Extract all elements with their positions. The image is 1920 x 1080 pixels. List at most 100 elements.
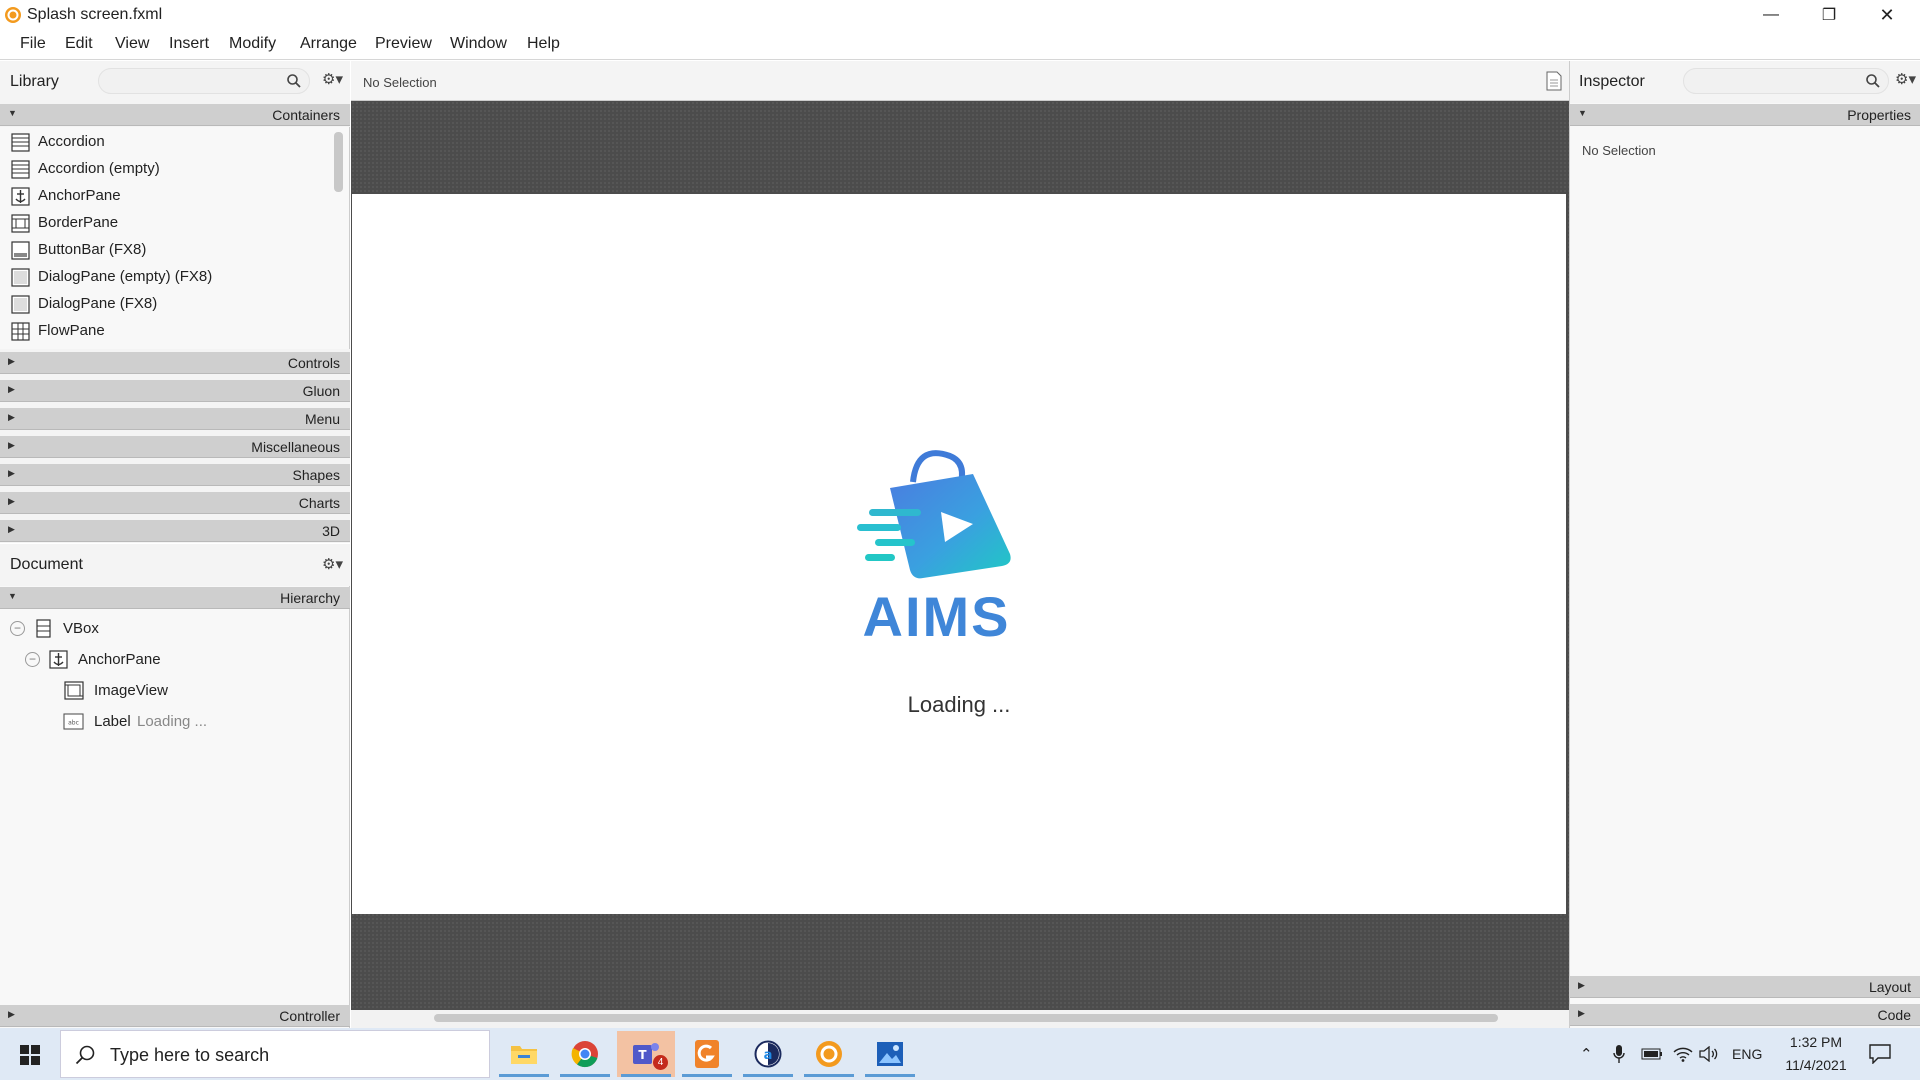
selection-status: No Selection xyxy=(363,75,437,90)
tree-label-imageview: ImageView xyxy=(94,682,168,699)
scene-builder-window: Splash screen.fxml — ❐ ✕ File Edit View … xyxy=(0,0,1920,1080)
foxit-reader-icon[interactable] xyxy=(678,1031,736,1077)
window-title: Splash screen.fxml xyxy=(27,6,163,23)
close-button[interactable]: ✕ xyxy=(1858,0,1916,30)
microphone-icon[interactable] xyxy=(1613,1044,1625,1064)
inspector-title: Inspector xyxy=(1579,73,1645,90)
library-search-input[interactable] xyxy=(98,68,310,94)
file-explorer-icon[interactable] xyxy=(495,1031,553,1077)
anchorpane-icon xyxy=(11,187,30,206)
maximize-button[interactable]: ❐ xyxy=(1800,0,1858,30)
library-item-buttonbar[interactable]: ButtonBar (FX8) xyxy=(0,237,328,264)
show-hidden-icons-chevron-icon[interactable]: ⌃ xyxy=(1580,1045,1593,1063)
menu-help[interactable]: Help xyxy=(527,35,560,53)
gluon-section-header[interactable]: ▶ Gluon xyxy=(0,380,350,402)
borderpane-icon xyxy=(11,214,30,233)
shapes-section-header[interactable]: ▶ Shapes xyxy=(0,464,350,486)
clock-date[interactable]: 11/4/2021 xyxy=(1778,1057,1854,1073)
notification-center-icon[interactable] xyxy=(1869,1044,1891,1064)
chrome-icon[interactable] xyxy=(556,1031,614,1077)
tree-node-imageview[interactable]: ImageView xyxy=(0,678,350,706)
scene-builder-app-icon xyxy=(5,7,21,23)
menu-section-header[interactable]: ▶ Menu xyxy=(0,408,350,430)
layout-section-header[interactable]: ▶ Layout xyxy=(1570,976,1920,998)
search-icon xyxy=(75,1045,95,1065)
minimize-button[interactable]: — xyxy=(1742,0,1800,30)
accordion-icon xyxy=(11,160,30,179)
menu-edit[interactable]: Edit xyxy=(65,35,93,53)
teams-icon[interactable]: T 4 xyxy=(617,1031,675,1077)
flowpane-icon xyxy=(11,322,30,341)
collapse-toggle-icon[interactable]: − xyxy=(10,621,25,636)
menu-insert[interactable]: Insert xyxy=(169,35,209,53)
menu-file[interactable]: File xyxy=(20,35,46,53)
loading-label: Loading ... xyxy=(907,692,1011,717)
library-item-accordion-empty[interactable]: Accordion (empty) xyxy=(0,156,328,183)
menu-arrange[interactable]: Arrange xyxy=(300,35,357,53)
teams-notification-badge: 4 xyxy=(653,1055,668,1070)
menu-window[interactable]: Window xyxy=(450,35,507,53)
library-item-anchorpane[interactable]: AnchorPane xyxy=(0,183,328,210)
tree-label-label-text: Loading ... xyxy=(137,713,208,730)
language-indicator[interactable]: ENG xyxy=(1732,1046,1762,1062)
controller-section-header[interactable]: ▶ Controller xyxy=(0,1005,350,1027)
inspector-settings-gear-icon[interactable]: ⚙▾ xyxy=(1895,70,1916,88)
library-scrollbar[interactable] xyxy=(334,132,343,192)
collapsed-arrow-icon: ▶ xyxy=(1578,1008,1585,1018)
collapsed-arrow-icon: ▶ xyxy=(8,1009,15,1019)
3d-section-header[interactable]: ▶ 3D xyxy=(0,520,350,542)
wifi-icon[interactable] xyxy=(1673,1046,1693,1062)
document-icon[interactable] xyxy=(1546,71,1562,91)
inspector-search-input[interactable] xyxy=(1683,68,1889,94)
menu-view[interactable]: View xyxy=(115,35,149,53)
library-item-accordion[interactable]: Accordion xyxy=(0,129,328,156)
volume-icon[interactable] xyxy=(1699,1046,1719,1062)
browser-icon[interactable]: a xyxy=(739,1031,797,1077)
anchorpane-icon xyxy=(49,650,68,669)
canvas-horizontal-scrollbar[interactable] xyxy=(351,1010,1569,1028)
document-settings-gear-icon[interactable]: ⚙▾ xyxy=(322,555,343,573)
menu-preview[interactable]: Preview xyxy=(375,35,432,53)
miscellaneous-section-header[interactable]: ▶ Miscellaneous xyxy=(0,436,350,458)
scrollbar-thumb[interactable] xyxy=(434,1014,1498,1022)
collapsed-arrow-icon: ▶ xyxy=(8,468,15,478)
library-settings-gear-icon[interactable]: ⚙▾ xyxy=(322,70,343,88)
collapsed-arrow-icon: ▶ xyxy=(8,412,15,422)
library-item-flowpane[interactable]: FlowPane xyxy=(0,318,328,345)
inspector-no-selection: No Selection xyxy=(1582,143,1656,158)
charts-section-header[interactable]: ▶ Charts xyxy=(0,492,350,514)
collapsed-arrow-icon: ▶ xyxy=(8,356,15,366)
clock-time[interactable]: 1:32 PM xyxy=(1786,1034,1846,1050)
library-item-dialogpane-empty[interactable]: DialogPane (empty) (FX8) xyxy=(0,264,328,291)
windows-start-icon[interactable] xyxy=(20,1045,40,1065)
tree-node-vbox[interactable]: − VBox xyxy=(0,616,350,644)
scene-builder-icon[interactable] xyxy=(800,1031,858,1077)
photos-icon[interactable] xyxy=(861,1031,919,1077)
battery-icon[interactable] xyxy=(1641,1048,1663,1060)
properties-section-header[interactable]: ▼ Properties xyxy=(1570,104,1920,126)
document-title: Document xyxy=(10,556,83,573)
collapse-toggle-icon[interactable]: − xyxy=(25,652,40,667)
containers-section-header[interactable]: ▼ Containers xyxy=(0,104,350,126)
label-icon: abc xyxy=(63,713,84,730)
accordion-icon xyxy=(11,133,30,152)
hierarchy-section-header[interactable]: ▼ Hierarchy xyxy=(0,587,350,609)
svg-text:a: a xyxy=(764,1048,773,1063)
tree-node-label[interactable]: abc Label Loading ... xyxy=(0,709,350,737)
tree-label-vbox: VBox xyxy=(63,620,99,637)
tree-label-anchorpane: AnchorPane xyxy=(78,651,161,668)
tree-node-anchorpane[interactable]: − AnchorPane xyxy=(0,647,350,675)
code-section-header[interactable]: ▶ Code xyxy=(1570,1004,1920,1026)
taskbar-search-box[interactable]: Type here to search xyxy=(60,1030,490,1078)
document-header: Document ⚙▾ xyxy=(0,544,350,586)
library-item-borderpane[interactable]: BorderPane xyxy=(0,210,328,237)
windows-taskbar: Type here to search xyxy=(0,1028,1920,1080)
collapsed-arrow-icon: ▶ xyxy=(8,384,15,394)
collapsed-arrow-icon: ▶ xyxy=(8,496,15,506)
menu-modify[interactable]: Modify xyxy=(229,35,276,53)
buttonbar-icon xyxy=(11,241,30,260)
scene-preview[interactable]: AIMS Loading ... xyxy=(352,194,1566,914)
aims-logo-bag-icon xyxy=(857,450,1011,579)
controls-section-header[interactable]: ▶ Controls xyxy=(0,352,350,374)
library-item-dialogpane[interactable]: DialogPane (FX8) xyxy=(0,291,328,318)
